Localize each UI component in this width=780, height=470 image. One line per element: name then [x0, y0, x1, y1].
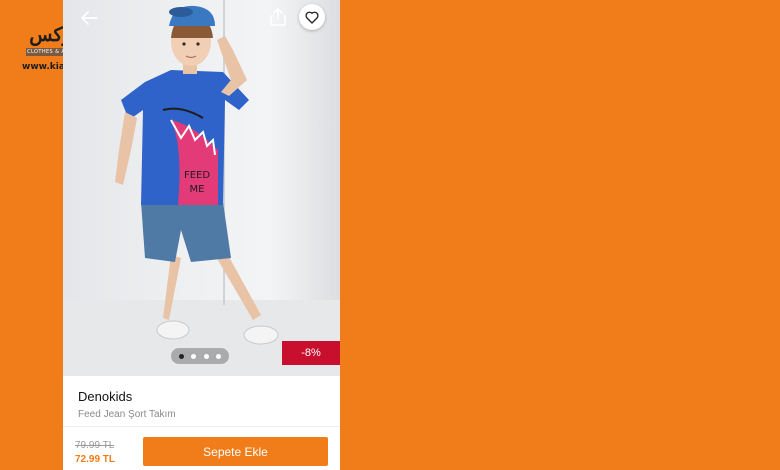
add-to-cart-button[interactable]: Sepete Ekle	[143, 437, 328, 466]
old-price: 79.99 TL	[75, 440, 115, 451]
product-name: Feed Jean Şort Takım	[78, 409, 176, 420]
heart-icon	[305, 11, 319, 24]
share-button[interactable]	[267, 6, 289, 28]
pagination-dot-1[interactable]	[178, 353, 184, 359]
favorite-button[interactable]	[299, 4, 325, 30]
product-info: Denokids Feed Jean Şort Takım	[63, 376, 340, 426]
product-photo-child-model: FEED ME	[115, 5, 279, 345]
sale-price: 72.99 TL	[75, 454, 116, 465]
pagination-dot-3[interactable]	[203, 353, 209, 359]
purchase-bar: 79.99 TL 72.99 TL Sepete Ekle	[63, 426, 340, 470]
share-icon	[270, 8, 286, 26]
discount-badge: -8%	[282, 341, 340, 365]
arrow-left-icon	[81, 11, 98, 25]
back-button[interactable]	[77, 6, 101, 30]
image-pagination-dots	[171, 348, 229, 364]
shirt-print-line-2: ME	[190, 184, 205, 195]
shirt-print-line-1: FEED	[184, 170, 210, 181]
product-detail-screen: FEED ME -8% Denokids Feed Jean Şort Takı…	[63, 0, 340, 470]
product-brand[interactable]: Denokids	[78, 389, 132, 404]
product-image-gallery[interactable]: FEED ME -8%	[63, 0, 340, 376]
pagination-dot-2[interactable]	[191, 353, 197, 359]
pagination-dot-4[interactable]	[216, 353, 222, 359]
